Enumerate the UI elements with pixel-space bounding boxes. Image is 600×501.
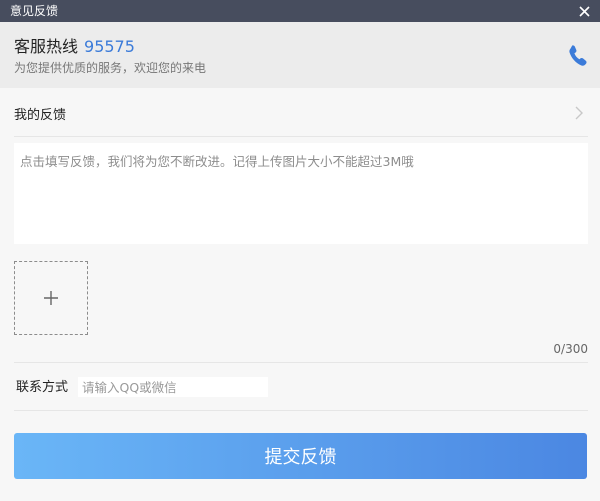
divider	[14, 362, 588, 363]
plus-icon	[44, 291, 58, 305]
close-button[interactable]	[574, 1, 594, 21]
hotline-subtitle: 为您提供优质的服务，欢迎您的来电	[14, 61, 207, 75]
hotline-panel: 客服热线 95575 为您提供优质的服务，欢迎您的来电	[0, 22, 600, 88]
feedback-textarea[interactable]	[14, 143, 588, 244]
divider	[14, 410, 588, 411]
contact-label: 联系方式	[16, 380, 69, 395]
title-bar: 意见反馈	[0, 0, 600, 22]
char-counter: 0/300	[553, 342, 588, 356]
hotline-number: 95575	[84, 37, 135, 56]
window-title: 意见反馈	[10, 4, 59, 18]
my-feedback-label: 我的反馈	[14, 108, 67, 123]
my-feedback-row[interactable]: 我的反馈	[14, 88, 588, 137]
chevron-right-icon	[575, 106, 583, 120]
call-button[interactable]	[568, 44, 588, 66]
contact-input[interactable]	[78, 377, 268, 397]
submit-feedback-button[interactable]: 提交反馈	[14, 433, 587, 479]
hotline-label: 客服热线 95575	[14, 37, 135, 57]
hotline-label-text: 客服热线	[14, 37, 79, 56]
phone-icon	[569, 45, 587, 66]
close-icon	[578, 5, 590, 17]
upload-image-button[interactable]	[14, 261, 88, 335]
